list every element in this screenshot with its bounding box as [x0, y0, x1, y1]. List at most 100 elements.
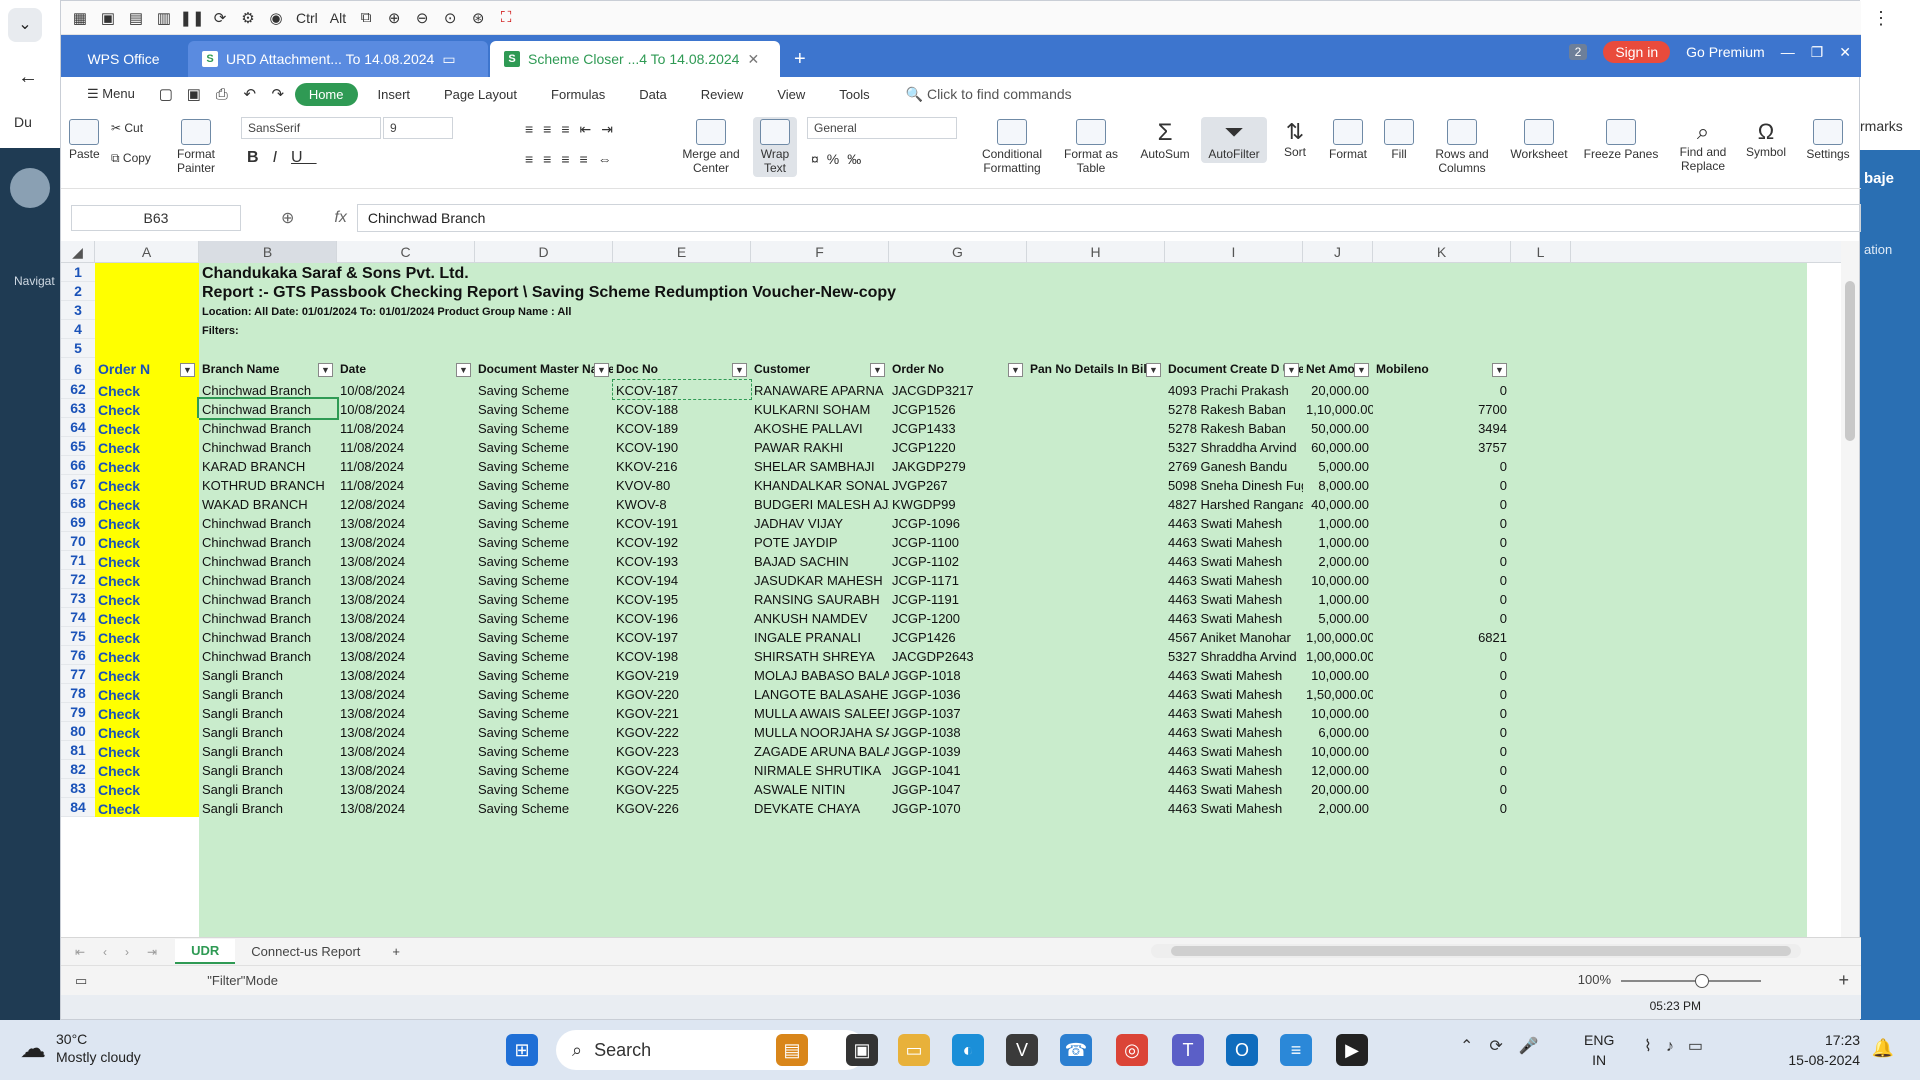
cell-d[interactable]: Saving Scheme — [475, 646, 613, 665]
cell-b[interactable]: Sangli Branch — [199, 760, 337, 779]
cell-g[interactable]: JGGP-1041 — [889, 760, 1027, 779]
cell-k[interactable]: 0 — [1373, 570, 1511, 589]
cell-j[interactable]: 1,000.00 — [1303, 589, 1373, 608]
cell-b[interactable]: KOTHRUD BRANCH — [199, 475, 337, 494]
row-header[interactable]: 2 — [61, 282, 95, 301]
minimize-icon[interactable]: — — [1781, 44, 1795, 60]
cell-i[interactable]: 5327 Shraddha Arvind — [1165, 646, 1303, 665]
cell-e[interactable]: KVOV-80 — [613, 475, 751, 494]
cell-h[interactable] — [1027, 475, 1165, 494]
filter-dropdown-icon[interactable]: ▼ — [1354, 363, 1369, 377]
font-style-buttons[interactable]: BIU — [247, 149, 317, 167]
briefcase-icon[interactable]: ▤ — [776, 1034, 808, 1066]
cell-a[interactable]: Check — [95, 532, 199, 551]
cell-b[interactable]: KARAD BRANCH — [199, 456, 337, 475]
cell-a[interactable]: Check — [95, 703, 199, 722]
cell-d[interactable]: Saving Scheme — [475, 494, 613, 513]
cell-c[interactable]: 11/08/2024 — [337, 418, 475, 437]
cell-k[interactable]: 0 — [1373, 589, 1511, 608]
cell-g[interactable]: JGGP-1037 — [889, 703, 1027, 722]
cell-d[interactable]: Saving Scheme — [475, 456, 613, 475]
cell-c[interactable]: 13/08/2024 — [337, 513, 475, 532]
cell-g[interactable]: JCGP-1096 — [889, 513, 1027, 532]
fill-button[interactable]: Fill — [1379, 119, 1419, 161]
filter-dropdown-icon[interactable]: ▼ — [1284, 363, 1299, 377]
cell-h[interactable] — [1027, 494, 1165, 513]
cell-f[interactable]: ZAGADE ARUNA BALASO — [751, 741, 889, 760]
cell-c[interactable]: 13/08/2024 — [337, 627, 475, 646]
settings-button[interactable]: Settings — [1803, 119, 1853, 161]
cell-d[interactable]: Saving Scheme — [475, 589, 613, 608]
format-painter-button[interactable]: Format Painter — [171, 119, 221, 175]
cell-g[interactable]: JACGDP3217 — [889, 380, 1027, 399]
cell-c[interactable]: 12/08/2024 — [337, 494, 475, 513]
cell-j[interactable]: 2,000.00 — [1303, 551, 1373, 570]
cell-f[interactable]: RANAWARE APARNA — [751, 380, 889, 399]
cell-g[interactable]: JVGP267 — [889, 475, 1027, 494]
cell-k[interactable]: 0 — [1373, 722, 1511, 741]
row-header[interactable]: 65 — [61, 437, 95, 456]
cell-d[interactable]: Saving Scheme — [475, 665, 613, 684]
cell-f[interactable]: BAJAD SACHIN — [751, 551, 889, 570]
tab-data[interactable]: Data — [625, 83, 680, 106]
cell-k[interactable]: 0 — [1373, 798, 1511, 817]
cell-f[interactable]: JASUDKAR MAHESH — [751, 570, 889, 589]
cell-d[interactable]: Saving Scheme — [475, 703, 613, 722]
zoom-in-icon[interactable]: ⊕ — [383, 7, 405, 29]
cell-j[interactable]: 10,000.00 — [1303, 703, 1373, 722]
tab-view[interactable]: View — [763, 83, 819, 106]
cell-k[interactable]: 6821 — [1373, 627, 1511, 646]
select-all-corner[interactable]: ◢ — [61, 241, 95, 263]
cell-f[interactable]: ASWALE NITIN — [751, 779, 889, 798]
cell-k[interactable]: 0 — [1373, 456, 1511, 475]
cell-i[interactable]: 4463 Swati Mahesh — [1165, 722, 1303, 741]
cell-g[interactable]: JGGP-1047 — [889, 779, 1027, 798]
cell-d[interactable]: Saving Scheme — [475, 741, 613, 760]
cell-j[interactable]: 1,00,000.00 — [1303, 627, 1373, 646]
cell-e[interactable]: KWOV-8 — [613, 494, 751, 513]
copy-icon[interactable]: ⧉ — [355, 7, 377, 29]
filter-dropdown-icon[interactable]: ▼ — [180, 363, 195, 377]
cell-a[interactable]: Check — [95, 627, 199, 646]
cell-i[interactable]: 5278 Rakesh Baban — [1165, 399, 1303, 418]
close-icon[interactable]: ✕ — [747, 51, 759, 68]
cell-a[interactable]: Check — [95, 437, 199, 456]
signin-button[interactable]: Sign in — [1603, 41, 1671, 63]
cell-j[interactable]: 10,000.00 — [1303, 741, 1373, 760]
cell-g[interactable]: JCGP1526 — [889, 399, 1027, 418]
cell-f[interactable]: JADHAV VIJAY — [751, 513, 889, 532]
cell-i[interactable]: 4463 Swati Mahesh — [1165, 665, 1303, 684]
column-header-d[interactable]: D — [475, 241, 613, 263]
cell-j[interactable]: 12,000.00 — [1303, 760, 1373, 779]
cell-g[interactable]: JCGP1220 — [889, 437, 1027, 456]
format-button[interactable]: Format — [1323, 119, 1373, 161]
cell-i[interactable]: 5098 Sneha Dinesh Fuge — [1165, 475, 1303, 494]
cell-e[interactable]: KCOV-195 — [613, 589, 751, 608]
record-icon[interactable]: ◉ — [265, 7, 287, 29]
cell-f[interactable]: RANSING SAURABH — [751, 589, 889, 608]
cell-a[interactable]: Check — [95, 684, 199, 703]
cell-a[interactable]: Check — [95, 665, 199, 684]
cell-c[interactable]: 13/08/2024 — [337, 551, 475, 570]
file-explorer-icon[interactable]: ▭ — [898, 1034, 930, 1066]
window-count-badge[interactable]: 2 — [1568, 44, 1588, 60]
restore-icon[interactable]: ❐ — [1811, 44, 1824, 61]
more-icon[interactable]: ⋮ — [1872, 8, 1890, 29]
cell-c[interactable]: 11/08/2024 — [337, 456, 475, 475]
row-header[interactable]: 62 — [61, 380, 95, 399]
alignment-buttons[interactable]: ≡≡≡⇤⇥ — [525, 121, 623, 138]
cell-f[interactable]: BUDGERI MALESH AJAY — [751, 494, 889, 513]
cell-i[interactable]: 4463 Swati Mahesh — [1165, 798, 1303, 817]
cell-d[interactable]: Saving Scheme — [475, 532, 613, 551]
cell-f[interactable]: SHIRSATH SHREYA — [751, 646, 889, 665]
cell-j[interactable]: 50,000.00 — [1303, 418, 1373, 437]
cell-j[interactable]: 5,000.00 — [1303, 608, 1373, 627]
cell-j[interactable]: 60,000.00 — [1303, 437, 1373, 456]
cell-k[interactable]: 3494 — [1373, 418, 1511, 437]
cell-j[interactable]: 10,000.00 — [1303, 665, 1373, 684]
tab-scheme-closer[interactable]: S Scheme Closer ...4 To 14.08.2024 ✕ — [490, 41, 780, 77]
cell-a[interactable] — [95, 301, 199, 320]
row-header[interactable]: 5 — [61, 339, 95, 358]
cell-h[interactable] — [1027, 627, 1165, 646]
cell-b[interactable]: WAKAD BRANCH — [199, 494, 337, 513]
